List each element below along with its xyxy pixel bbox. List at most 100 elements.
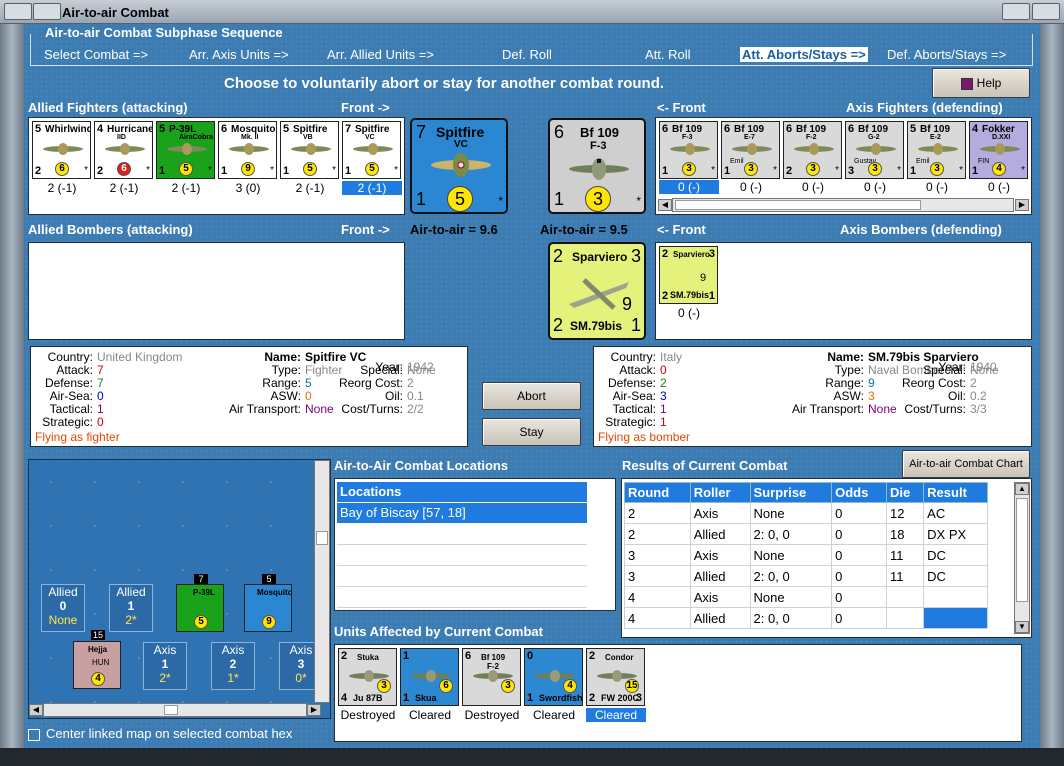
stack-count: 5 bbox=[262, 574, 276, 584]
results-scroll-thumb[interactable] bbox=[1016, 498, 1028, 602]
window-frame-left bbox=[0, 24, 24, 748]
locations-list[interactable]: Locations Bay of Biscay [57, 18] bbox=[334, 478, 616, 611]
allied-a2a-value: Air-to-air = 9.6 bbox=[410, 222, 498, 237]
axis-fighter-card[interactable]: 5 Bf 109 E-2 Emil 1 3 * bbox=[907, 121, 966, 179]
axis-bomber-card[interactable]: 2 Sparviero 3 9 2 SM.79bis 1 bbox=[659, 246, 718, 304]
card-variant: Mk. II bbox=[241, 134, 259, 141]
affected-unit-card[interactable]: 2 Condor 2 FW 200C 3 15 bbox=[586, 648, 645, 706]
allied-bombers-front: Front -> bbox=[341, 222, 390, 237]
table-row[interactable]: 3 Allied 2: 0, 0 0 11 DC bbox=[624, 565, 988, 587]
allied-fighter-status: 2 (-1) bbox=[171, 181, 201, 195]
selected-axis-bomber[interactable]: 2 Sparviero 3 9 2 SM.79bis 1 bbox=[548, 242, 646, 340]
card-name: Hurricane bbox=[107, 124, 153, 135]
affected-unit-card[interactable]: 6 Bf 109 F-2 3 bbox=[462, 648, 521, 706]
allied-fighter-card[interactable]: 7 Spitfire VC 1 5 * bbox=[342, 121, 401, 179]
card-variant: D.XXI bbox=[992, 134, 1011, 141]
minimize-button[interactable] bbox=[33, 3, 61, 20]
close-button[interactable] bbox=[1032, 3, 1060, 20]
map-vscrollbar[interactable] bbox=[314, 460, 330, 703]
axis-fighter-status: 0 (-) bbox=[864, 180, 886, 194]
map-hex-axis-2[interactable]: Axis 2 1* bbox=[211, 642, 255, 690]
results-scrollbar[interactable]: ▲ ▼ bbox=[1014, 482, 1030, 634]
axis-fighter-card[interactable]: 6 Bf 109 F-3 1 3 * bbox=[659, 121, 718, 179]
map-vscroll-thumb[interactable] bbox=[316, 531, 328, 545]
map-unit-hejja[interactable]: Hejja HUN 4 bbox=[73, 641, 121, 689]
selected-allied-unit[interactable]: 7 Spitfire VC 1 5 * bbox=[410, 118, 508, 214]
card-attack: 5 bbox=[159, 123, 166, 135]
map-hscroll-thumb[interactable] bbox=[164, 705, 178, 715]
results-cell bbox=[885, 607, 925, 629]
airtrans-label: Air Transport: bbox=[791, 402, 864, 416]
affected-unit-card[interactable]: 0 1 Swordfish 4 bbox=[524, 648, 583, 706]
results-scroll-up[interactable]: ▲ bbox=[1015, 483, 1029, 495]
strategic-value: 1 bbox=[660, 415, 667, 429]
card-defense: 3 bbox=[708, 248, 715, 260]
axis-fighters-front: <- Front bbox=[657, 100, 706, 115]
results-cell: DX PX bbox=[923, 523, 988, 545]
card-variant: VB bbox=[303, 134, 313, 141]
axis-fighter-card[interactable]: 6 Bf 109 G-2 Gustav 3 3 * bbox=[845, 121, 904, 179]
results-cell: 2: 0, 0 bbox=[749, 523, 833, 545]
affected-unit-card[interactable]: 1 1 Skua 6 bbox=[400, 648, 459, 706]
map-hex-allied-1[interactable]: Allied 1 2* bbox=[109, 584, 153, 632]
allied-fighter-card[interactable]: 6 Mosquito Mk. II 1 9 * bbox=[218, 121, 277, 179]
affected-unit-card[interactable]: 2 Stuka 4 Ju 87B 3 bbox=[338, 648, 397, 706]
table-row[interactable]: 4 Allied 2: 0, 00 bbox=[624, 607, 988, 629]
allied-fighter-card[interactable]: 4 Hurricane IID 2 6 * bbox=[94, 121, 153, 179]
card-rating: 6 bbox=[439, 679, 453, 693]
center-linked-option[interactable]: Center linked map on selected combat hex bbox=[28, 726, 292, 741]
card-attack: 5 bbox=[283, 123, 290, 135]
results-cell: 0 bbox=[831, 586, 887, 608]
table-row[interactable]: 2 Axis None 0 12 AC bbox=[624, 502, 988, 524]
axis-fighter-card[interactable]: 6 Bf 109 F-2 2 3 * bbox=[783, 121, 842, 179]
allied-fighter-card[interactable]: 5 Spitfire VB 1 5 * bbox=[280, 121, 339, 179]
center-linked-checkbox[interactable] bbox=[28, 728, 40, 741]
map-hscrollbar[interactable] bbox=[43, 703, 307, 717]
map-scroll-left[interactable]: ◀ bbox=[29, 704, 43, 716]
strategic-label: Strategic: bbox=[605, 415, 656, 429]
map-scroll-right[interactable]: ▶ bbox=[307, 704, 321, 716]
plane-icon bbox=[670, 143, 710, 155]
location-row-selected[interactable]: Bay of Biscay [57, 18] bbox=[337, 503, 587, 523]
abort-button[interactable]: Abort bbox=[482, 382, 581, 410]
seq-def-aborts: Def. Aborts/Stays => bbox=[887, 47, 1007, 62]
plane-icon bbox=[105, 143, 145, 155]
table-row[interactable]: 2 Allied 2: 0, 0 0 18 DX PX bbox=[624, 523, 988, 545]
card-range: 1 bbox=[724, 165, 731, 177]
table-row[interactable]: 3 Axis None 0 11 DC bbox=[624, 544, 988, 566]
combat-chart-button[interactable]: Air-to-air Combat Chart bbox=[902, 450, 1030, 478]
scroll-left-arrow[interactable]: ◀ bbox=[658, 199, 672, 211]
maximize-button[interactable] bbox=[1002, 3, 1030, 20]
selected-axis-unit[interactable]: 6 Bf 109 F-3 1 3 * bbox=[548, 118, 646, 214]
scroll-thumb[interactable] bbox=[675, 200, 921, 210]
tile-side: Allied bbox=[116, 585, 146, 599]
tile-count: 2 bbox=[229, 657, 237, 671]
card-model: Skua bbox=[415, 693, 437, 703]
axis-fighters-panel: 6 Bf 109 F-3 1 3 * 0 (-) 6 Bf 109 E-7 Emil 1 3 * 0 (-)… bbox=[655, 117, 1032, 215]
map-hex-axis-1[interactable]: Axis 1 2* bbox=[143, 642, 187, 690]
affected-unit-status: Destroyed bbox=[340, 708, 396, 722]
table-row[interactable]: 4 Axis None 0 bbox=[624, 586, 988, 608]
allied-fighter-card[interactable]: 5 P-39L AiraCobra 1 5 * bbox=[156, 121, 215, 179]
help-button[interactable]: Help bbox=[932, 68, 1030, 98]
selected-axis-variant: F-3 bbox=[590, 140, 607, 152]
plane-icon bbox=[732, 143, 772, 155]
results-cell: 0 bbox=[831, 523, 887, 545]
scroll-right-arrow[interactable]: ▶ bbox=[1015, 199, 1029, 211]
map-hex-allied-0[interactable]: Allied 0 None bbox=[41, 584, 85, 632]
stay-button[interactable]: Stay bbox=[482, 418, 581, 446]
axis-fighter-card[interactable]: 4 Fokker D.XXI FIN 1 4 * bbox=[969, 121, 1028, 179]
map-unit-p39[interactable]: P-39L 5 bbox=[176, 584, 224, 632]
card-range: 1 bbox=[910, 165, 917, 177]
combat-map[interactable]: Allied 0 None Allied 1 2* Axis 1 2* Axis 2 1* Ax… bbox=[28, 459, 331, 719]
results-scroll-down[interactable]: ▼ bbox=[1015, 621, 1029, 633]
bf109-plane-icon bbox=[569, 158, 629, 180]
system-menu-button[interactable] bbox=[4, 3, 32, 20]
axis-fighters-scrollbar[interactable] bbox=[672, 198, 1014, 212]
tile-sub: 2* bbox=[159, 671, 171, 685]
allied-fighter-card[interactable]: 5 Whirlwind 2 6 * bbox=[32, 121, 91, 179]
results-cell: Axis bbox=[689, 586, 751, 608]
axis-fighter-card[interactable]: 6 Bf 109 E-7 Emil 1 3 * bbox=[721, 121, 780, 179]
axis-fighters-title: Axis Fighters (defending) bbox=[846, 100, 1003, 115]
map-unit-mosquito[interactable]: Mosquito 9 bbox=[244, 584, 292, 632]
